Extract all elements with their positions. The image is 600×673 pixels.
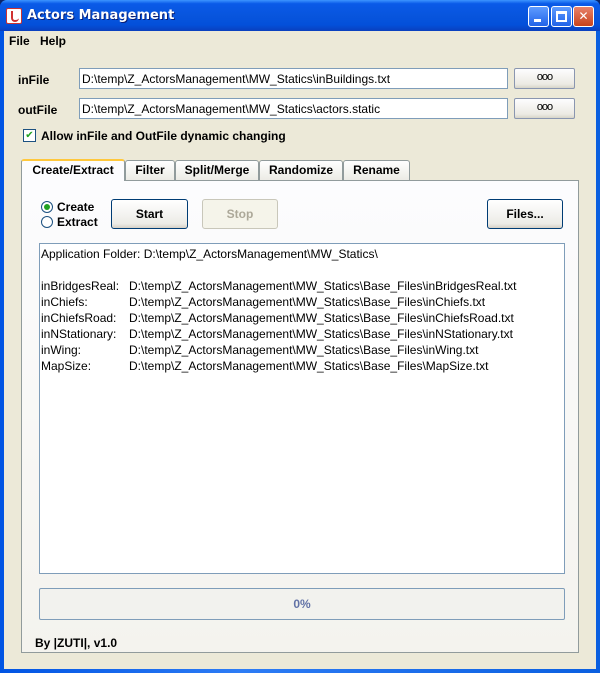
progress-bar: 0% bbox=[39, 588, 565, 620]
stop-button[interactable]: Stop bbox=[202, 199, 278, 229]
log-blank-line bbox=[41, 262, 563, 278]
log-entry: inNStationary: D:\temp\Z_ActorsManagement… bbox=[41, 326, 563, 342]
checkmark-icon: ✔ bbox=[25, 130, 34, 141]
log-entry: inBridgesReal: D:\temp\Z_ActorsManagement… bbox=[41, 278, 563, 294]
create-radio[interactable] bbox=[41, 201, 53, 213]
log-textarea[interactable]: Application Folder: D:\temp\Z_ActorsMana… bbox=[39, 243, 565, 574]
version-label: By |ZUTI|, v1.0 bbox=[35, 636, 118, 650]
log-entry-value: D:\temp\Z_ActorsManagement\MW_Statics\Ba… bbox=[129, 311, 514, 325]
dynamic-change-label[interactable]: Allow inFile and OutFile dynamic changin… bbox=[41, 129, 286, 143]
menu-bar: File Help bbox=[4, 31, 596, 52]
outfile-input[interactable]: D:\temp\Z_ActorsManagement\MW_Statics\ac… bbox=[79, 98, 508, 119]
log-entry-value: D:\temp\Z_ActorsManagement\MW_Statics\Ba… bbox=[129, 343, 479, 357]
log-entry-value: D:\temp\Z_ActorsManagement\MW_Statics\Ba… bbox=[129, 359, 489, 373]
log-entry-key: inChiefs: bbox=[41, 295, 88, 309]
tab-filter[interactable]: Filter bbox=[125, 160, 175, 180]
tab-create-extract[interactable]: Create/Extract bbox=[21, 159, 125, 181]
java-app-icon[interactable] bbox=[6, 8, 22, 24]
progress-text: 0% bbox=[293, 597, 311, 611]
window-title: Actors Management bbox=[27, 8, 175, 23]
maximize-icon bbox=[556, 11, 567, 22]
log-entry: inWing: D:\temp\Z_ActorsManagement\MW_Sta… bbox=[41, 342, 563, 358]
log-entry-key: inWing: bbox=[41, 343, 82, 357]
client-area: File Help inFile D:\temp\Z_ActorsManagem… bbox=[4, 31, 596, 669]
menu-file[interactable]: File bbox=[9, 34, 30, 48]
maximize-button[interactable] bbox=[551, 6, 572, 27]
outfile-browse-button[interactable]: ooo bbox=[514, 98, 575, 119]
log-entry: inChiefsRoad: D:\temp\Z_ActorsManagement\… bbox=[41, 310, 563, 326]
app-window: Actors Management ✕ File Help inFile D:\… bbox=[0, 0, 600, 673]
title-bar[interactable]: Actors Management ✕ bbox=[0, 0, 600, 31]
tab-split-merge[interactable]: Split/Merge bbox=[175, 160, 259, 180]
extract-radio[interactable] bbox=[41, 216, 53, 228]
log-entry-key: inNStationary: bbox=[41, 327, 117, 341]
create-extract-panel: Create Extract Start Stop Files... Appli… bbox=[21, 180, 579, 653]
files-button[interactable]: Files... bbox=[487, 199, 563, 229]
tab-randomize[interactable]: Randomize bbox=[259, 160, 343, 180]
close-icon: ✕ bbox=[578, 9, 589, 23]
dynamic-change-checkbox[interactable]: ✔ bbox=[23, 129, 36, 142]
log-entry-value: D:\temp\Z_ActorsManagement\MW_Statics\Ba… bbox=[129, 279, 517, 293]
log-entry-key: inBridgesReal: bbox=[41, 279, 120, 293]
log-entry-key: inChiefsRoad: bbox=[41, 311, 117, 325]
outfile-label: outFile bbox=[18, 103, 58, 117]
menu-help[interactable]: Help bbox=[40, 34, 66, 48]
minimize-button[interactable] bbox=[528, 6, 549, 27]
tab-rename[interactable]: Rename bbox=[343, 160, 410, 180]
create-radio-label[interactable]: Create bbox=[57, 200, 94, 214]
log-app-folder: Application Folder: D:\temp\Z_ActorsMana… bbox=[41, 247, 378, 261]
log-entry-value: D:\temp\Z_ActorsManagement\MW_Statics\Ba… bbox=[129, 327, 513, 341]
infile-label: inFile bbox=[18, 73, 50, 87]
extract-radio-label[interactable]: Extract bbox=[57, 215, 98, 229]
minimize-icon bbox=[534, 19, 541, 22]
close-button[interactable]: ✕ bbox=[573, 6, 594, 27]
infile-browse-button[interactable]: ooo bbox=[514, 68, 575, 89]
infile-input[interactable]: D:\temp\Z_ActorsManagement\MW_Statics\in… bbox=[79, 68, 508, 89]
log-entry-value: D:\temp\Z_ActorsManagement\MW_Statics\Ba… bbox=[129, 295, 486, 309]
log-entry: MapSize: D:\temp\Z_ActorsManagement\MW_St… bbox=[41, 358, 563, 374]
start-button[interactable]: Start bbox=[111, 199, 188, 229]
log-entry-key: MapSize: bbox=[41, 359, 92, 373]
log-entry: inChiefs: D:\temp\Z_ActorsManagement\MW_S… bbox=[41, 294, 563, 310]
